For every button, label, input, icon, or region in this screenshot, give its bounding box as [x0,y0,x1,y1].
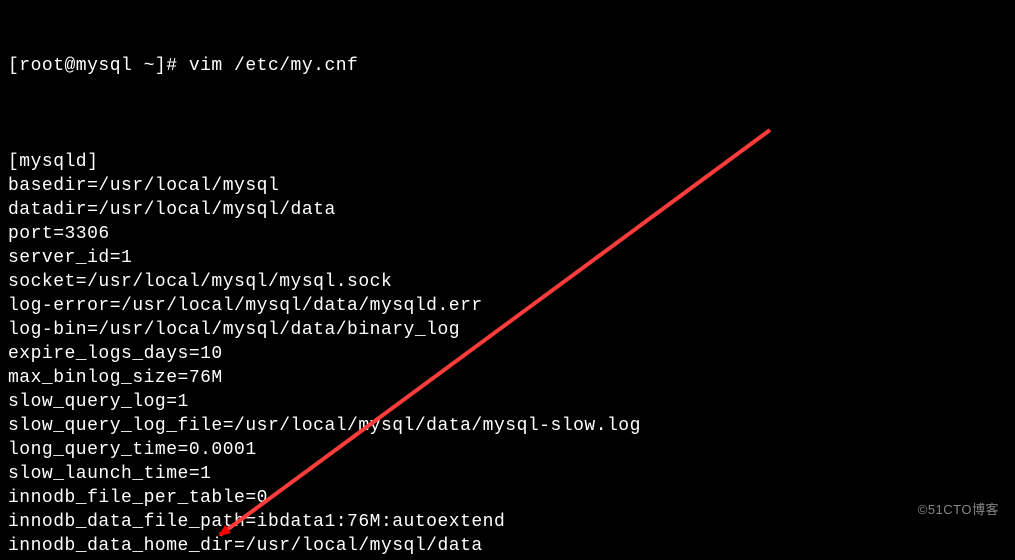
config-line: innodb_file_per_table=0 [8,486,1007,510]
config-line: slow_launch_time=1 [8,462,1007,486]
config-line: expire_logs_days=10 [8,342,1007,366]
config-line: [mysqld] [8,150,1007,174]
config-line: slow_query_log_file=/usr/local/mysql/dat… [8,414,1007,438]
config-line: log-error=/usr/local/mysql/data/mysqld.e… [8,294,1007,318]
config-line: innodb_data_file_path=ibdata1:76M:autoex… [8,510,1007,534]
config-line: basedir=/usr/local/mysql [8,174,1007,198]
config-line [8,126,1007,150]
config-line: server_id=1 [8,246,1007,270]
config-line: long_query_time=0.0001 [8,438,1007,462]
shell-prompt-line: [root@mysql ~]# vim /etc/my.cnf [8,54,1007,78]
config-line: port=3306 [8,222,1007,246]
terminal-output[interactable]: [root@mysql ~]# vim /etc/my.cnf [mysqld]… [0,0,1015,560]
watermark-text: ©51CTO博客 [918,499,999,518]
config-line: innodb_data_home_dir=/usr/local/mysql/da… [8,534,1007,558]
config-line: socket=/usr/local/mysql/mysql.sock [8,270,1007,294]
config-line: slow_query_log=1 [8,390,1007,414]
config-line: log-bin=/usr/local/mysql/data/binary_log [8,318,1007,342]
vim-file-content[interactable]: [mysqld]basedir=/usr/local/mysqldatadir=… [8,126,1007,560]
config-line: datadir=/usr/local/mysql/data [8,198,1007,222]
config-line: max_binlog_size=76M [8,366,1007,390]
